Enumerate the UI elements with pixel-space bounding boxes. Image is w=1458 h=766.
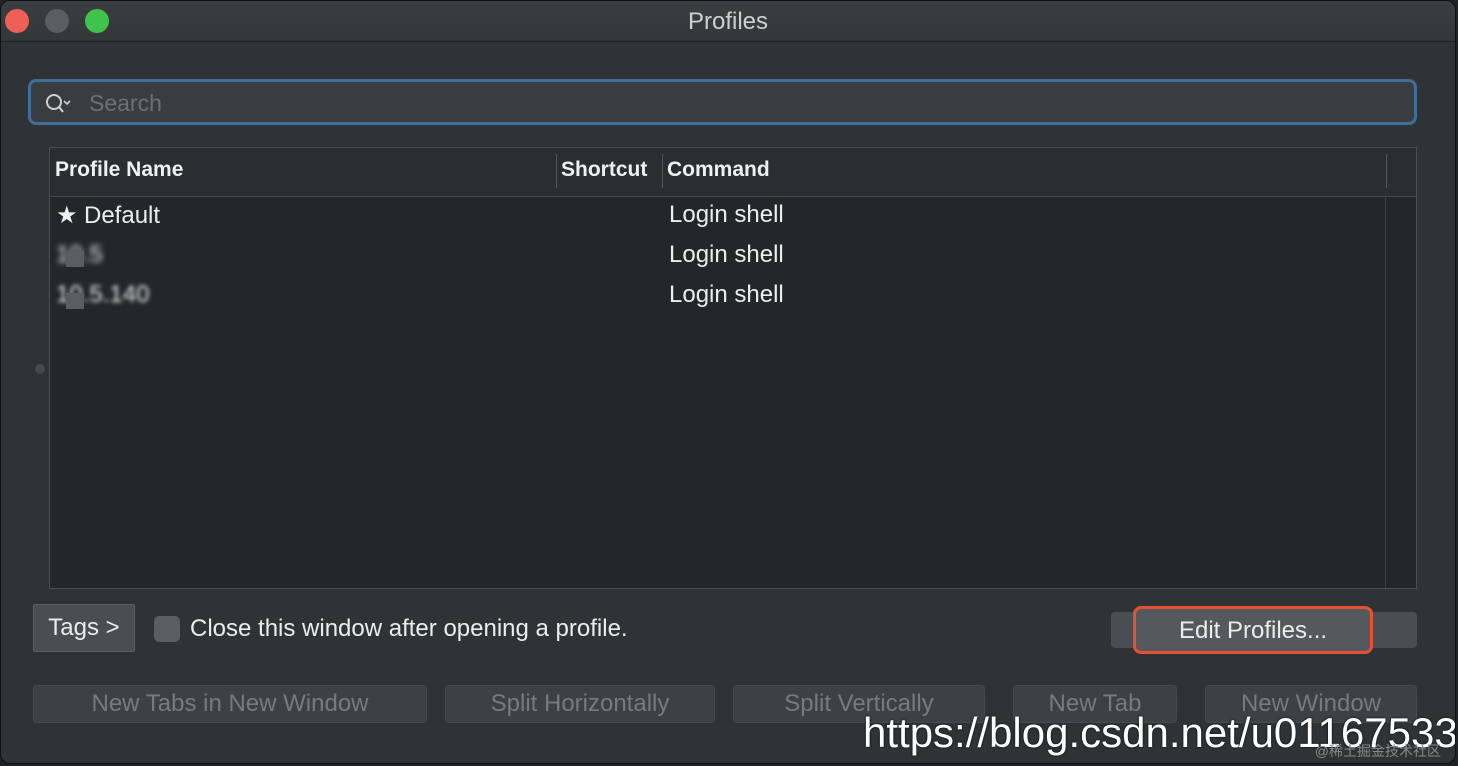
vertical-scrollbar[interactable] — [1385, 197, 1416, 588]
column-divider[interactable] — [662, 154, 663, 188]
column-header-shortcut[interactable]: Shortcut — [561, 158, 647, 182]
table-header: Profile Name Shortcut Command — [50, 148, 1416, 197]
close-after-open-label[interactable]: Close this window after opening a profil… — [190, 615, 628, 643]
drag-handle[interactable] — [35, 364, 45, 374]
search-icon[interactable] — [45, 92, 71, 116]
column-header-command[interactable]: Command — [667, 158, 770, 182]
star-icon: ★ — [56, 202, 78, 229]
column-divider[interactable] — [556, 154, 557, 188]
column-header-profile-name[interactable]: Profile Name — [55, 158, 183, 182]
split-horizontally-button[interactable]: Split Horizontally — [445, 685, 715, 723]
new-tabs-in-new-window-button[interactable]: New Tabs in New Window — [33, 685, 427, 723]
edit-profiles-button[interactable]: Edit Profiles... — [1133, 606, 1373, 654]
profiles-list: ★Default Login shell 10.5 Login shell 10… — [50, 197, 1386, 317]
profile-name-cell: ★ Default — [56, 201, 160, 230]
tags-button[interactable]: Tags > — [33, 604, 135, 652]
close-after-open-checkbox[interactable] — [154, 616, 180, 642]
redaction-block — [66, 251, 84, 267]
table-row[interactable]: 10.5 Login shell — [50, 237, 1386, 277]
title-bar: Profiles — [1, 1, 1455, 42]
command-cell: Login shell — [669, 281, 784, 308]
window-title: Profiles — [687, 8, 769, 35]
table-row[interactable]: ★ Default Login shell — [50, 197, 1386, 237]
command-cell: Login shell — [669, 201, 784, 228]
watermark-small: @稀土掘金技术社区 — [1314, 743, 1441, 759]
column-divider[interactable] — [1386, 154, 1387, 188]
table-row[interactable]: 10.5.140 Login shell — [50, 277, 1386, 317]
search-input[interactable] — [87, 86, 1391, 120]
command-cell: Login shell — [669, 241, 784, 268]
redaction-block — [66, 293, 84, 309]
profiles-window: Profiles Profile Name Shortcut Command ★… — [0, 0, 1456, 764]
profile-name: Default — [84, 202, 161, 229]
search-field[interactable] — [28, 79, 1417, 125]
profiles-table: Profile Name Shortcut Command ★ Default L… — [49, 147, 1417, 589]
